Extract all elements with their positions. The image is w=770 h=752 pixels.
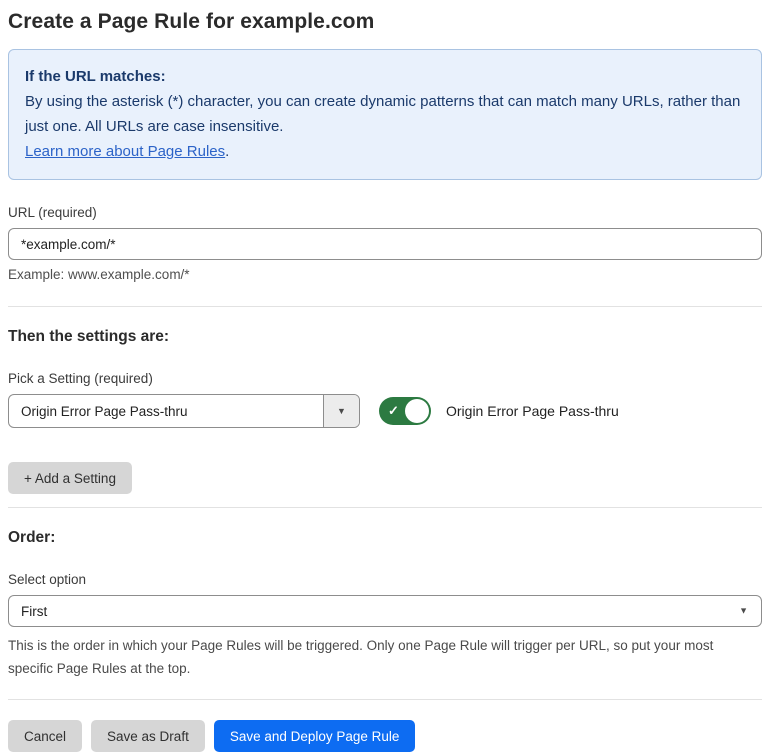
order-select[interactable]: First ▼ (8, 595, 762, 627)
url-input[interactable] (8, 228, 762, 260)
toggle-label: Origin Error Page Pass-thru (446, 403, 619, 419)
setting-select[interactable]: Origin Error Page Pass-thru ▼ (8, 394, 360, 428)
save-draft-button[interactable]: Save as Draft (91, 720, 205, 752)
pick-setting-label: Pick a Setting (required) (8, 371, 153, 386)
order-select-label: Select option (8, 572, 87, 587)
settings-section-heading: Then the settings are: (8, 328, 170, 345)
order-section-heading: Order: (8, 529, 56, 546)
page-title: Create a Page Rule for example.com (8, 10, 375, 33)
setting-picker-row: Origin Error Page Pass-thru ▼ ✓ Origin E… (8, 394, 762, 428)
setting-select-value: Origin Error Page Pass-thru (21, 403, 188, 419)
caret-down-icon: ▼ (337, 405, 346, 416)
setting-toggle[interactable]: ✓ (379, 397, 431, 425)
setting-select-caret-button[interactable]: ▼ (323, 395, 359, 427)
url-match-info-box: If the URL matches: By using the asteris… (8, 49, 762, 180)
learn-more-link[interactable]: Learn more about Page Rules (25, 143, 225, 160)
check-icon: ✓ (388, 403, 399, 418)
info-box-body-text: By using the asterisk (*) character, you… (25, 93, 741, 135)
link-suffix: . (225, 143, 230, 160)
divider (8, 507, 762, 508)
page-rule-form: Create a Page Rule for example.com If th… (0, 0, 770, 752)
info-box-link-line: Learn more about Page Rules. (25, 139, 745, 164)
divider (8, 306, 762, 307)
info-box-heading: If the URL matches: (25, 68, 166, 85)
toggle-knob (405, 399, 429, 423)
order-select-value: First (21, 603, 48, 619)
cancel-button[interactable]: Cancel (8, 720, 83, 752)
caret-down-icon: ▼ (739, 605, 748, 616)
order-helper-text: This is the order in which your Page Rul… (8, 638, 714, 676)
url-example-helper: Example: www.example.com/* (8, 267, 190, 282)
info-box-body: By using the asterisk (*) character, you… (25, 89, 745, 139)
url-field-label: URL (required) (8, 205, 97, 220)
footer-actions: Cancel Save as Draft Save and Deploy Pag… (8, 720, 762, 752)
add-setting-button[interactable]: + Add a Setting (8, 462, 132, 494)
save-deploy-button[interactable]: Save and Deploy Page Rule (213, 720, 416, 752)
divider (8, 699, 762, 700)
